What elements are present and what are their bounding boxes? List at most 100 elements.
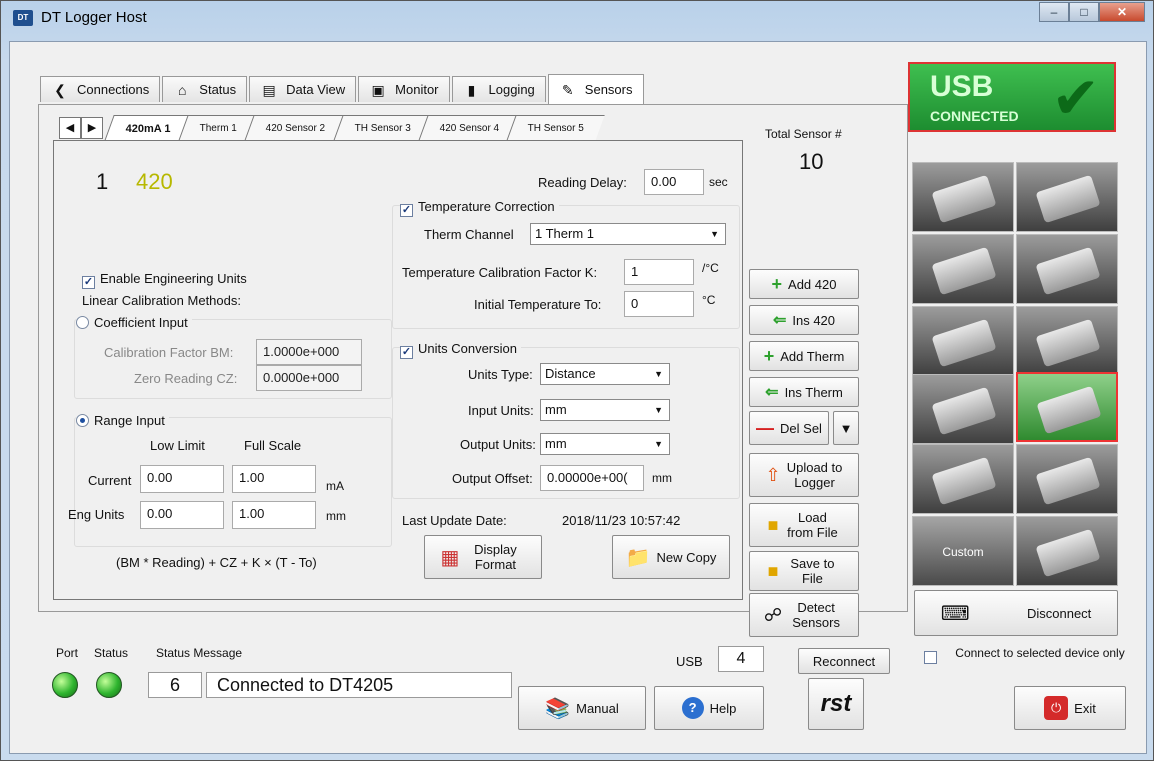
custom-device-thumb[interactable]: Custom	[912, 516, 1014, 586]
sensor-tab[interactable]: 420 Sensor 4	[417, 115, 520, 141]
monitor-icon: ▣	[371, 81, 385, 98]
reading-delay-input[interactable]: 0.00	[644, 169, 704, 195]
input-units-select[interactable]: mm ▼	[540, 399, 670, 421]
device-thumb[interactable]	[912, 234, 1014, 304]
low-limit-header: Low Limit	[150, 438, 205, 453]
tab-status[interactable]: ⌂ Status	[162, 76, 248, 102]
prev-sensor-button[interactable]: ◀	[59, 117, 81, 139]
close-button[interactable]: ✕	[1099, 2, 1145, 22]
sensor-tab[interactable]: TH Sensor 5	[506, 115, 606, 141]
check-icon: ✓	[82, 276, 95, 289]
last-update-value: 2018/11/23 10:57:42	[562, 513, 681, 528]
main-tab-bar: ❮ Connections ⌂ Status ▤ Data View ▣ Monitor…	[40, 74, 646, 104]
initial-temp-input[interactable]: 0	[624, 291, 694, 317]
add-therm-button[interactable]: + Add Therm	[749, 341, 859, 371]
upload-to-logger-button[interactable]: ⇧ Upload to Logger	[749, 453, 859, 497]
device-thumb[interactable]	[1016, 234, 1118, 304]
save-to-file-button[interactable]: ■ Save to File	[749, 551, 859, 591]
input-units-label: Input Units:	[468, 403, 534, 418]
power-icon: ⏻	[1044, 696, 1069, 720]
rst-logo-button[interactable]: rst	[808, 678, 864, 730]
share-icon: ❮	[54, 81, 66, 98]
plus-icon: +	[763, 345, 775, 366]
current-label: Current	[88, 473, 132, 488]
temp-cal-factor-input[interactable]: 1	[624, 259, 694, 285]
temp-correction-checkbox[interactable]: ✓ Temperature Correction	[400, 199, 559, 217]
device-thumb[interactable]	[912, 374, 1014, 444]
sensor-config-panel: 1 420 Reading Delay: 0.00 sec ✓ Enable En…	[53, 140, 743, 600]
zero-reading-input[interactable]: 0.0000e+000	[256, 365, 362, 391]
current-low-input[interactable]: 0.00	[140, 465, 224, 493]
usb-label: USB	[676, 654, 703, 669]
coefficient-input-radio[interactable]: Coefficient Input	[76, 315, 192, 330]
range-input-radio[interactable]: Range Input	[76, 413, 169, 428]
help-button[interactable]: ? Help	[654, 686, 764, 730]
device-thumb[interactable]	[912, 444, 1014, 514]
device-thumb[interactable]	[1016, 444, 1118, 514]
status-led-icon	[96, 672, 122, 698]
add-420-button[interactable]: + Add 420	[749, 269, 859, 299]
therm-channel-select[interactable]: 1 Therm 1 ▼	[530, 223, 726, 245]
minimize-button[interactable]: –	[1039, 2, 1069, 22]
maximize-button[interactable]: □	[1069, 2, 1099, 22]
eng-low-input[interactable]: 0.00	[140, 501, 224, 529]
checkbox-empty-icon	[924, 651, 937, 664]
zero-reading-label: Zero Reading CZ:	[134, 371, 238, 386]
output-units-select[interactable]: mm ▼	[540, 433, 670, 455]
status-message-display: Connected to DT4205	[206, 672, 512, 698]
initial-temp-label: Initial Temperature To:	[474, 297, 602, 312]
tab-logging[interactable]: ▮ Logging	[451, 76, 546, 102]
ins-420-button[interactable]: ⇐ Ins 420	[749, 305, 859, 335]
new-copy-button[interactable]: 📁 New Copy	[612, 535, 730, 579]
units-conversion-checkbox[interactable]: ✓ Units Conversion	[400, 341, 521, 359]
del-sel-button[interactable]: — Del Sel	[749, 411, 829, 445]
load-from-file-button[interactable]: ■ Load from File	[749, 503, 859, 547]
device-thumb[interactable]	[1016, 162, 1118, 232]
cal-factor-input[interactable]: 1.0000e+000	[256, 339, 362, 365]
device-thumb[interactable]	[1016, 516, 1118, 586]
device-thumb-selected[interactable]	[1016, 372, 1118, 442]
sensors-icon: ✎	[561, 81, 574, 98]
detect-sensors-button[interactable]: ☍ Detect Sensors	[749, 593, 859, 637]
tab-connections[interactable]: ❮ Connections	[40, 76, 161, 102]
tab-sensors[interactable]: ✎ Sensors	[547, 74, 644, 104]
sensor-tab[interactable]: TH Sensor 3	[332, 115, 432, 141]
sensor-tab[interactable]: 420 Sensor 2	[244, 115, 347, 141]
reading-delay-label: Reading Delay:	[538, 175, 627, 190]
tab-data-view[interactable]: ▤ Data View	[249, 76, 357, 102]
units-type-select[interactable]: Distance ▼	[540, 363, 670, 385]
device-thumb[interactable]	[912, 306, 1014, 376]
reading-delay-unit: sec	[709, 175, 728, 189]
chevron-down-icon: ▼	[654, 439, 663, 449]
port-led-icon	[52, 672, 78, 698]
chevron-down-icon: ▼	[710, 229, 719, 239]
port-number-display: 6	[148, 672, 202, 698]
device-thumb[interactable]	[912, 162, 1014, 232]
temp-cal-factor-label: Temperature Calibration Factor K:	[402, 265, 598, 280]
reconnect-button[interactable]: Reconnect	[798, 648, 890, 674]
display-format-button[interactable]: ▦ Display Format	[424, 535, 542, 579]
tab-monitor[interactable]: ▣ Monitor	[358, 76, 450, 102]
enable-eng-units-checkbox[interactable]: ✓ Enable Engineering Units	[82, 271, 247, 289]
current-full-input[interactable]: 1.00	[232, 465, 316, 493]
folder-icon: ■	[767, 560, 779, 581]
connect-selected-checkbox[interactable]	[924, 650, 942, 665]
eng-full-input[interactable]: 1.00	[232, 501, 316, 529]
sensor-type: 420	[136, 169, 173, 194]
exit-button[interactable]: ⏻ Exit	[1014, 686, 1126, 730]
usb-plug-icon: ⌨	[940, 602, 970, 625]
del-options-dropdown[interactable]: ▼	[833, 411, 859, 445]
eng-units-label: Eng Units	[68, 507, 125, 522]
disconnect-button[interactable]: ⌨ Disconnect	[914, 590, 1118, 636]
initial-temp-unit: °C	[702, 293, 716, 307]
output-offset-label: Output Offset:	[452, 471, 533, 486]
triangle-down-icon: ▼	[839, 420, 853, 436]
ins-therm-button[interactable]: ⇐ Ins Therm	[749, 377, 859, 407]
output-offset-input[interactable]: 0.00000e+00(	[540, 465, 644, 491]
device-thumb[interactable]	[1016, 306, 1118, 376]
manual-button[interactable]: 📚 Manual	[518, 686, 646, 730]
arrow-left-icon: ⇐	[765, 384, 779, 401]
client-area: ❮ Connections ⌂ Status ▤ Data View ▣ Monitor…	[9, 41, 1147, 754]
next-sensor-button[interactable]: ▶	[81, 117, 103, 139]
folder-icon: ■	[767, 514, 779, 535]
